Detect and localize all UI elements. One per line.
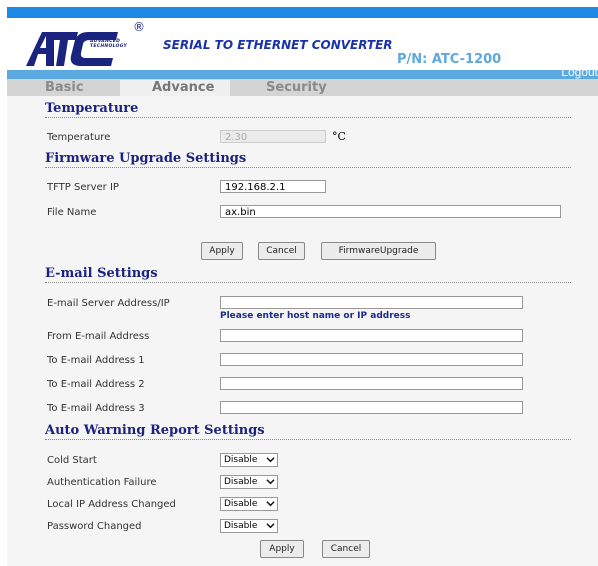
email-section-title: E-mail Settings — [45, 266, 158, 281]
product-title: SERIAL TO ETHERNET CONVERTER — [163, 38, 393, 52]
top-accent-bar — [7, 7, 598, 18]
logo-subtitle: ADVANCED TECHNOLOGY — [90, 39, 128, 49]
auto-warning-section-title: Auto Warning Report Settings — [45, 423, 265, 438]
password-changed-label: Password Changed — [47, 521, 142, 532]
atc-logo: ® ADVANCED TECHNOLOGY — [26, 20, 146, 66]
email-server-label: E-mail Server Address/IP — [47, 298, 170, 309]
password-changed-value: Disable — [224, 521, 258, 531]
ip-changed-select[interactable]: Disable — [220, 497, 278, 511]
warning-cancel-button[interactable]: Cancel — [322, 540, 370, 558]
from-email-input[interactable] — [220, 329, 523, 342]
cold-start-value: Disable — [224, 455, 258, 465]
to-email-2-label: To E-mail Address 2 — [47, 379, 145, 390]
to-email-2-input[interactable] — [220, 377, 523, 390]
chevron-down-icon — [266, 523, 275, 529]
to-email-1-input[interactable] — [220, 353, 523, 366]
email-server-hint: Please enter host name or IP address — [220, 311, 411, 321]
ip-changed-label: Local IP Address Changed — [47, 499, 176, 510]
divider — [45, 117, 571, 118]
tab-advance[interactable]: Advance — [120, 80, 230, 96]
part-number: P/N: ATC-1200 — [397, 52, 502, 67]
tab-security[interactable]: Security — [266, 80, 346, 96]
temperature-label: Temperature — [47, 132, 111, 143]
temperature-section-title: Temperature — [45, 101, 139, 116]
tftp-server-input[interactable]: 192.168.2.1 — [220, 180, 326, 193]
to-email-3-input[interactable] — [220, 401, 523, 414]
password-changed-select[interactable]: Disable — [220, 519, 278, 533]
auth-failure-select[interactable]: Disable — [220, 475, 278, 489]
chevron-down-icon — [266, 457, 275, 463]
firmware-upgrade-button[interactable]: FirmwareUpgrade — [321, 242, 436, 260]
divider — [45, 282, 571, 283]
firmware-section-title: Firmware Upgrade Settings — [45, 151, 247, 166]
file-name-label: File Name — [47, 207, 97, 218]
from-email-label: From E-mail Address — [47, 331, 150, 342]
tab-basic[interactable]: Basic — [45, 80, 105, 96]
chevron-down-icon — [266, 479, 275, 485]
nav-bar — [7, 70, 598, 79]
cancel-button[interactable]: Cancel — [258, 242, 305, 260]
logout-link[interactable]: Logout — [561, 65, 598, 79]
warning-apply-button[interactable]: Apply — [260, 540, 304, 558]
divider — [45, 167, 571, 168]
tftp-server-label: TFTP Server IP — [47, 182, 119, 193]
chevron-down-icon — [266, 501, 275, 507]
email-server-input[interactable] — [220, 296, 523, 309]
divider — [45, 439, 571, 440]
ip-changed-value: Disable — [224, 499, 258, 509]
temperature-unit: °C — [332, 130, 346, 143]
apply-button[interactable]: Apply — [201, 242, 243, 260]
file-name-input[interactable]: ax.bin — [220, 205, 561, 218]
to-email-1-label: To E-mail Address 1 — [47, 355, 145, 366]
auth-failure-label: Authentication Failure — [47, 477, 157, 488]
cold-start-select[interactable]: Disable — [220, 453, 278, 467]
cold-start-label: Cold Start — [47, 455, 97, 466]
temperature-field: 2.30 — [220, 130, 326, 143]
registered-mark: ® — [133, 20, 145, 34]
to-email-3-label: To E-mail Address 3 — [47, 403, 145, 414]
auth-failure-value: Disable — [224, 477, 258, 487]
